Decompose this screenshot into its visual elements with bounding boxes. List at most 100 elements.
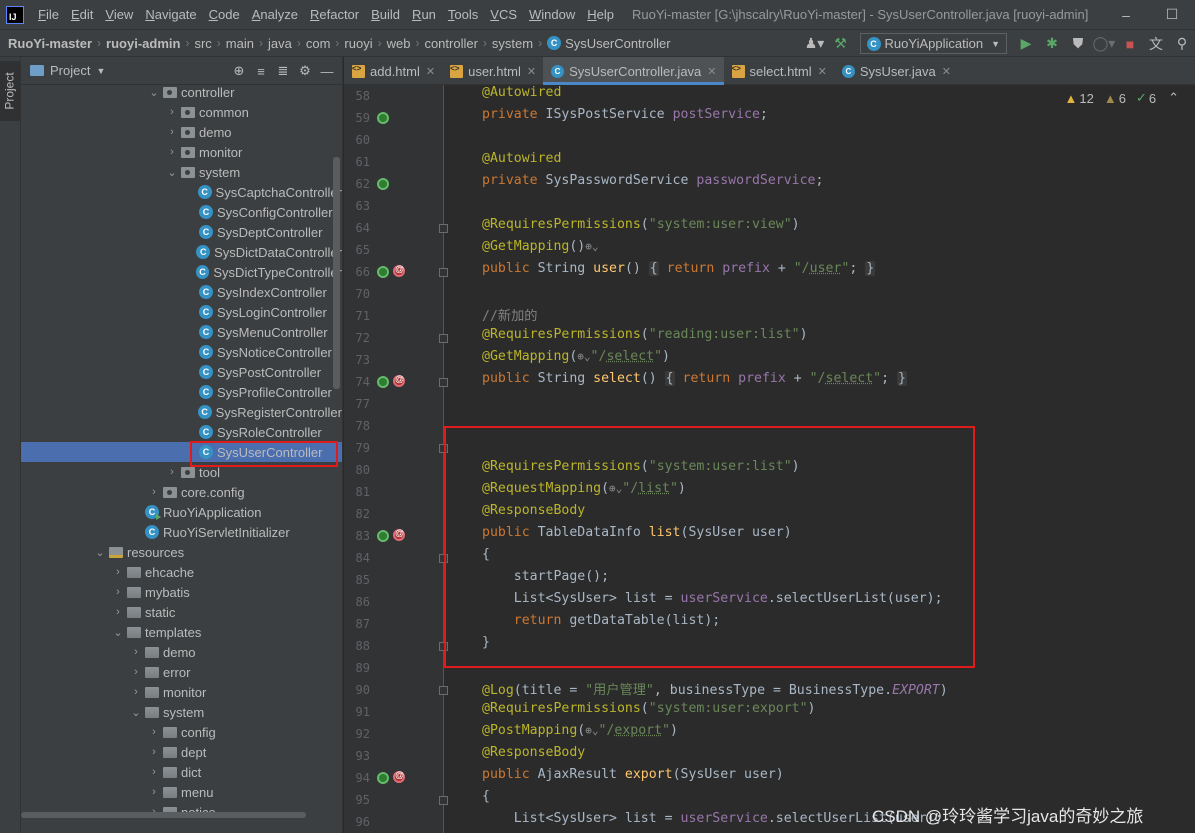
close-icon[interactable]: ✕ xyxy=(818,65,827,78)
tree-item[interactable]: C SysDictDataController xyxy=(21,242,342,262)
chevron-right-icon[interactable]: › xyxy=(129,686,143,698)
spring-bean-icon[interactable] xyxy=(377,178,389,190)
chevron-right-icon[interactable]: › xyxy=(147,766,161,778)
spring-bean-icon[interactable] xyxy=(377,530,389,542)
close-icon[interactable]: ✕ xyxy=(527,65,536,78)
menu-item-refactor[interactable]: Refactor xyxy=(304,0,365,29)
request-mapping-icon[interactable] xyxy=(393,264,405,277)
chevron-right-icon[interactable]: › xyxy=(147,486,161,498)
menu-item-run[interactable]: Run xyxy=(406,0,442,29)
editor-tab[interactable]: select.html ✕ xyxy=(724,57,834,85)
editor-tab[interactable]: C SysUserController.java ✕ xyxy=(543,57,724,85)
tree-item[interactable]: C SysDictTypeController xyxy=(21,262,342,282)
inspection-widget[interactable]: ▲ 12 ▲ 6 ✓ 6 ⌃ xyxy=(1065,85,1180,111)
request-mapping-icon[interactable] xyxy=(393,528,405,541)
debug-icon[interactable]: ✱ xyxy=(1040,33,1064,55)
chevron-right-icon[interactable]: › xyxy=(165,126,179,138)
breadcrumb-item[interactable]: src xyxy=(194,36,211,51)
tree-item[interactable]: › ehcache xyxy=(21,562,342,582)
chevron-down-icon[interactable]: ⌄ xyxy=(93,546,107,559)
close-icon[interactable]: ✕ xyxy=(942,65,951,78)
breadcrumb-item[interactable]: RuoYi-master xyxy=(8,36,92,51)
editor-tab[interactable]: C SysUser.java ✕ xyxy=(834,57,958,85)
run-configuration-select[interactable]: C RuoYiApplication ▼ xyxy=(859,33,1007,54)
menu-item-window[interactable]: Window xyxy=(523,0,581,29)
chevron-right-icon[interactable]: › xyxy=(147,726,161,738)
menu-item-edit[interactable]: Edit xyxy=(65,0,99,29)
tree-item[interactable]: › config xyxy=(21,722,342,742)
tree-item[interactable]: › demo xyxy=(21,642,342,662)
chevron-right-icon[interactable]: › xyxy=(165,466,179,478)
tree-item[interactable]: ⌄ controller xyxy=(21,82,342,102)
chevron-down-icon[interactable]: ⌄ xyxy=(165,166,179,179)
menu-item-navigate[interactable]: Navigate xyxy=(139,0,202,29)
tree-item[interactable]: C SysRegisterController xyxy=(21,402,342,422)
project-tree-scrollbar[interactable] xyxy=(333,157,340,389)
tree-item[interactable]: C SysProfileController xyxy=(21,382,342,402)
tree-item[interactable]: › menu xyxy=(21,782,342,802)
run-icon[interactable]: ▶ xyxy=(1014,33,1038,55)
project-tool-window-button[interactable]: Project xyxy=(0,61,20,121)
chevron-down-icon[interactable]: ⌄ xyxy=(129,706,143,719)
menu-item-tools[interactable]: Tools xyxy=(442,0,484,29)
tree-item[interactable]: ⌄ templates xyxy=(21,622,342,642)
editor-tab[interactable]: add.html ✕ xyxy=(344,57,442,85)
chevron-right-icon[interactable]: › xyxy=(147,786,161,798)
tree-item[interactable]: › static xyxy=(21,602,342,622)
breadcrumb-item[interactable]: main xyxy=(226,36,254,51)
gear-icon[interactable]: ⚙ xyxy=(294,63,316,79)
request-mapping-icon[interactable] xyxy=(393,770,405,783)
collapse-all-icon[interactable]: ≣ xyxy=(272,63,294,79)
spring-bean-icon[interactable] xyxy=(377,112,389,124)
tree-item[interactable]: ⌄ system xyxy=(21,162,342,182)
tree-item[interactable]: › mybatis xyxy=(21,582,342,602)
tree-item[interactable]: › error xyxy=(21,662,342,682)
project-tree-horizontal-scrollbar[interactable] xyxy=(21,812,306,818)
breadcrumb-item[interactable]: java xyxy=(268,36,292,51)
tree-item[interactable]: C SysRoleController xyxy=(21,422,342,442)
chevron-right-icon[interactable]: › xyxy=(111,606,125,618)
chevron-right-icon[interactable]: › xyxy=(129,666,143,678)
tree-item[interactable]: C SysCaptchaController xyxy=(21,182,342,202)
menu-item-file[interactable]: File xyxy=(32,0,65,29)
tree-item[interactable]: › core.config xyxy=(21,482,342,502)
tree-item[interactable]: C SysNoticeController xyxy=(21,342,342,362)
chevron-up-icon[interactable]: ⌃ xyxy=(1168,90,1179,106)
chevron-right-icon[interactable]: › xyxy=(147,746,161,758)
translate-icon[interactable]: 文 xyxy=(1144,33,1168,55)
tree-item[interactable]: › demo xyxy=(21,122,342,142)
chevron-right-icon[interactable]: › xyxy=(165,146,179,158)
menu-item-view[interactable]: View xyxy=(99,0,139,29)
tree-item[interactable]: C SysConfigController xyxy=(21,202,342,222)
chevron-right-icon[interactable]: › xyxy=(129,646,143,658)
spring-bean-icon[interactable] xyxy=(377,266,389,278)
stop-icon[interactable]: ■ xyxy=(1118,33,1142,55)
editor-tab[interactable]: user.html ✕ xyxy=(442,57,543,85)
breadcrumb-item[interactable]: ruoyi xyxy=(344,36,372,51)
tree-item[interactable]: C SysPostController xyxy=(21,362,342,382)
breadcrumb-item[interactable]: com xyxy=(306,36,331,51)
breadcrumb-item[interactable]: system xyxy=(492,36,533,51)
project-view-selector[interactable]: Project xyxy=(50,63,90,78)
coverage-icon[interactable]: ⛊ xyxy=(1066,33,1090,55)
spring-bean-icon[interactable] xyxy=(377,772,389,784)
chevron-right-icon[interactable]: › xyxy=(165,106,179,118)
breadcrumb-item[interactable]: web xyxy=(387,36,411,51)
tree-item[interactable]: ⌄ resources xyxy=(21,542,342,562)
menu-item-analyze[interactable]: Analyze xyxy=(246,0,304,29)
close-icon[interactable]: ✕ xyxy=(707,65,716,78)
tree-item[interactable]: C SysLoginController xyxy=(21,302,342,322)
search-everywhere-icon[interactable]: ⚲ xyxy=(1170,33,1194,55)
chevron-down-icon[interactable]: ▼ xyxy=(96,66,105,76)
hammer-icon[interactable]: ⚒ xyxy=(829,33,853,55)
request-mapping-icon[interactable] xyxy=(393,374,405,387)
tree-item[interactable]: C SysMenuController xyxy=(21,322,342,342)
menu-item-code[interactable]: Code xyxy=(203,0,246,29)
menu-item-help[interactable]: Help xyxy=(581,0,620,29)
tree-item[interactable]: › common xyxy=(21,102,342,122)
tree-item[interactable]: C RuoYiApplication xyxy=(21,502,342,522)
minimize-window-button[interactable]: – xyxy=(1103,0,1149,29)
tree-item[interactable]: C RuoYiServletInitializer xyxy=(21,522,342,542)
expand-all-icon[interactable]: ≡ xyxy=(250,64,272,79)
tree-item[interactable]: C SysIndexController xyxy=(21,282,342,302)
